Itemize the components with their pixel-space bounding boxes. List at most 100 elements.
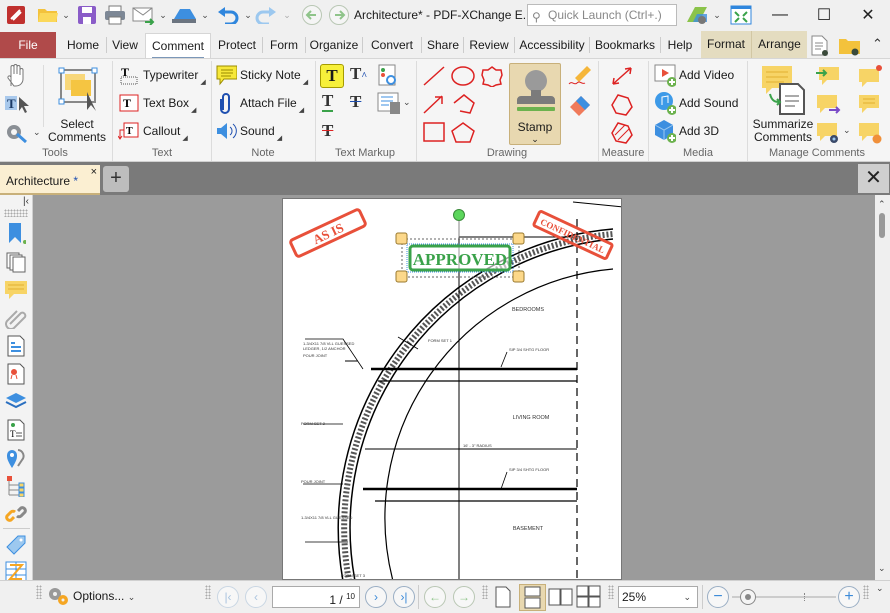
- minimize-button[interactable]: —: [758, 0, 802, 30]
- resize-handle[interactable]: [512, 232, 525, 245]
- scroll-up-icon[interactable]: ⌃: [878, 199, 886, 210]
- print-icon[interactable]: [104, 4, 126, 26]
- cloud-tool-icon[interactable]: [480, 65, 504, 90]
- sound-button[interactable]: Sound ◢: [215, 120, 282, 142]
- pencil-tool-icon[interactable]: [567, 64, 593, 91]
- strikeout-text-icon[interactable]: T: [322, 121, 333, 141]
- previous-page-button[interactable]: ‹: [245, 586, 267, 608]
- text-box-button[interactable]: T Text Box ◢: [118, 92, 196, 114]
- zoom-in-button[interactable]: +: [838, 586, 860, 608]
- export-comments-icon[interactable]: [815, 93, 841, 118]
- add-video-button[interactable]: Add Video: [654, 64, 734, 87]
- underline-text-icon[interactable]: T: [322, 92, 334, 112]
- tab-format[interactable]: Format: [701, 31, 751, 58]
- attachments-panel-icon[interactable]: [4, 306, 28, 330]
- rectangle-tool-icon[interactable]: [422, 121, 446, 146]
- insert-text-icon[interactable]: T^: [350, 64, 367, 84]
- structure-panel-icon[interactable]: [4, 474, 28, 498]
- tab-help[interactable]: Help: [662, 33, 698, 58]
- scroll-down-icon[interactable]: ⌄: [878, 563, 886, 574]
- summarize-comments-button[interactable]: Summarize Comments: [750, 64, 816, 144]
- ui-options-dropdown-icon[interactable]: ⌄: [713, 4, 721, 26]
- tab-file[interactable]: File: [0, 32, 56, 58]
- close-document-button[interactable]: ✕: [858, 164, 889, 193]
- toolbar-grip[interactable]: [482, 585, 488, 599]
- signatures-panel-icon[interactable]: [4, 362, 28, 386]
- tab-review[interactable]: Review: [465, 33, 513, 58]
- resize-handle[interactable]: [512, 270, 525, 283]
- search-folder-icon[interactable]: [838, 35, 862, 60]
- open-dropdown-icon[interactable]: ⌄: [62, 4, 70, 26]
- toolbar-grip[interactable]: [205, 585, 211, 599]
- callout-button[interactable]: T Callout ◢: [118, 120, 188, 142]
- content-panel-icon[interactable]: [4, 334, 28, 358]
- document-tab-architecture[interactable]: Architecture * ×: [0, 165, 100, 195]
- maximize-button[interactable]: ☐: [802, 0, 846, 30]
- find-icon[interactable]: [810, 35, 832, 60]
- email-icon[interactable]: [132, 4, 156, 26]
- next-view-button[interactable]: →: [453, 586, 475, 608]
- scan-icon[interactable]: [170, 4, 198, 26]
- stamp-button[interactable]: Stamp ⌄: [509, 63, 561, 145]
- collapse-sidebar-icon[interactable]: |‹: [23, 196, 29, 207]
- polygon-tool-icon[interactable]: [450, 121, 476, 146]
- attach-file-button[interactable]: Attach File ◢: [215, 92, 304, 114]
- bookmarks-panel-icon[interactable]: [4, 221, 28, 245]
- back-icon[interactable]: [301, 4, 323, 26]
- collapse-ribbon-icon[interactable]: ⌃: [872, 36, 883, 52]
- fullscreen-icon[interactable]: [729, 4, 753, 26]
- resize-handle[interactable]: [395, 232, 408, 245]
- undo-dropdown-icon[interactable]: ⌄: [244, 4, 252, 26]
- comment-styles-icon[interactable]: [857, 121, 883, 148]
- arrow-tool-icon[interactable]: [422, 93, 446, 118]
- import-comments-icon[interactable]: [815, 65, 841, 90]
- scrollbar-thumb[interactable]: [879, 213, 885, 238]
- tab-view[interactable]: View: [108, 33, 142, 58]
- redo-icon[interactable]: [254, 4, 278, 26]
- tags-panel-icon[interactable]: [4, 532, 28, 556]
- continuous-view-button[interactable]: [519, 584, 546, 611]
- line-tool-icon[interactable]: [422, 65, 446, 90]
- add-3d-button[interactable]: Add 3D: [654, 120, 719, 143]
- toolbar-grip[interactable]: [863, 585, 869, 599]
- tab-share[interactable]: Share: [423, 33, 463, 58]
- perimeter-tool-icon[interactable]: [610, 93, 634, 120]
- links-panel-icon[interactable]: [4, 502, 28, 526]
- tab-form[interactable]: Form: [264, 33, 304, 58]
- zoom-out-button[interactable]: −: [707, 586, 729, 608]
- destinations-panel-icon[interactable]: [4, 446, 28, 470]
- save-icon[interactable]: [76, 4, 98, 26]
- select-comments-button[interactable]: Select Comments: [46, 64, 108, 144]
- customize-toolbar-icon[interactable]: ⌄: [876, 583, 884, 594]
- typewriter-button[interactable]: T Typewriter ◢: [118, 64, 206, 86]
- forward-icon[interactable]: [328, 4, 350, 26]
- stamp-approved[interactable]: APPROVED: [395, 209, 525, 283]
- hand-tool-icon[interactable]: [5, 64, 27, 91]
- thumbnails-panel-icon[interactable]: [4, 250, 28, 274]
- undo-icon[interactable]: [216, 4, 240, 26]
- show-comments-dropdown-icon[interactable]: ⌄: [843, 125, 851, 136]
- options-button[interactable]: Options... ⌄: [73, 589, 135, 603]
- close-button[interactable]: ✕: [846, 0, 890, 30]
- tools-settings-icon[interactable]: [4, 121, 28, 146]
- previous-view-button[interactable]: ←: [424, 586, 446, 608]
- distance-tool-icon[interactable]: [610, 65, 634, 90]
- page-number-input[interactable]: 1 / 10: [272, 586, 360, 608]
- app-logo-icon[interactable]: [5, 4, 27, 26]
- single-page-view-icon[interactable]: [494, 586, 512, 611]
- close-tab-icon[interactable]: ×: [91, 166, 97, 178]
- oval-tool-icon[interactable]: [450, 65, 476, 90]
- eraser-tool-icon[interactable]: [567, 93, 593, 120]
- replace-text-icon[interactable]: T: [350, 92, 361, 112]
- document-viewer[interactable]: 1-3/4X11 7/8 VLL GUESSED LEDGER, 1/2 ANC…: [33, 195, 875, 580]
- tools-dropdown-icon[interactable]: ⌄: [33, 127, 41, 138]
- comments-panel-icon[interactable]: [4, 278, 28, 302]
- tab-home[interactable]: Home: [60, 33, 106, 58]
- open-folder-icon[interactable]: [36, 4, 60, 26]
- rotate-handle[interactable]: [453, 209, 465, 221]
- tab-bookmarks[interactable]: Bookmarks: [591, 33, 659, 58]
- tab-arrange[interactable]: Arrange: [751, 31, 807, 58]
- tab-convert[interactable]: Convert: [364, 33, 420, 58]
- tab-organize[interactable]: Organize: [307, 33, 361, 58]
- redo-dropdown-icon[interactable]: ⌄: [283, 4, 291, 26]
